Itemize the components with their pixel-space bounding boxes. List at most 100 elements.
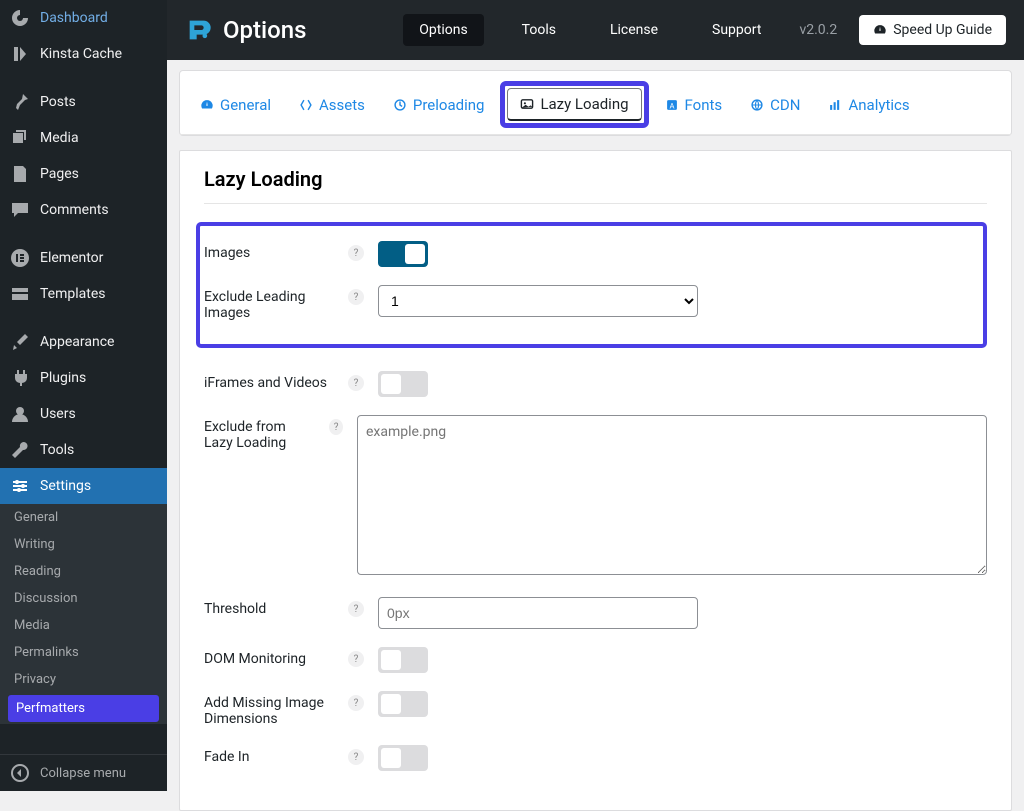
row-dom: DOM Monitoring ?	[204, 638, 987, 682]
toggle-dimensions[interactable]	[378, 691, 428, 717]
pin-icon	[10, 92, 30, 112]
row-fade: Fade In ?	[204, 736, 987, 780]
sidebar-item-settings[interactable]: Settings	[0, 468, 167, 504]
brush-icon	[10, 332, 30, 352]
wrench-icon	[10, 440, 30, 460]
tab-label: Preloading	[413, 96, 485, 114]
media-icon	[10, 128, 30, 148]
help-icon[interactable]: ?	[348, 695, 364, 711]
sidebar-item-templates[interactable]: Templates	[0, 276, 167, 312]
dashboard-icon	[10, 8, 30, 28]
sidebar-item-pages[interactable]: Pages	[0, 156, 167, 192]
sub-writing[interactable]: Writing	[0, 531, 167, 558]
settings-tabs-card: General Assets Preloading Lazy Loading A…	[179, 70, 1012, 136]
perfmatters-logo-icon	[185, 16, 213, 44]
sub-privacy[interactable]: Privacy	[0, 666, 167, 693]
sidebar-item-posts[interactable]: Posts	[0, 84, 167, 120]
row-iframes: iFrames and Videos ?	[204, 362, 987, 406]
comment-icon	[10, 200, 30, 220]
sub-media[interactable]: Media	[0, 612, 167, 639]
label-dom: DOM Monitoring	[204, 647, 334, 667]
top-tab-license[interactable]: License	[594, 14, 674, 46]
label-images: Images	[204, 241, 334, 261]
label-exclude: Exclude from Lazy Loading	[204, 415, 315, 451]
top-tab-support[interactable]: Support	[696, 14, 777, 46]
help-icon[interactable]: ?	[348, 749, 364, 765]
tab-analytics[interactable]: Analytics	[816, 81, 921, 128]
label-iframes: iFrames and Videos	[204, 371, 334, 391]
speed-up-guide-button[interactable]: Speed Up Guide	[859, 15, 1006, 45]
tab-lazy-loading[interactable]: Lazy Loading	[507, 88, 641, 121]
tab-assets[interactable]: Assets	[287, 81, 377, 128]
speed-label: Speed Up Guide	[893, 22, 992, 38]
sub-discussion[interactable]: Discussion	[0, 585, 167, 612]
top-tab-options[interactable]: Options	[403, 14, 483, 46]
help-icon[interactable]: ?	[348, 601, 364, 617]
row-dimensions: Add Missing Image Dimensions ?	[204, 682, 987, 736]
textarea-exclude[interactable]	[357, 415, 987, 575]
wp-admin-sidebar: Dashboard Kinsta Cache Posts Media Pages…	[0, 0, 167, 791]
toggle-dom[interactable]	[378, 647, 428, 673]
gauge-icon	[873, 23, 887, 37]
tab-fonts[interactable]: AFonts	[653, 81, 735, 128]
help-icon[interactable]: ?	[348, 245, 364, 261]
toggle-fade[interactable]	[378, 745, 428, 771]
label-threshold: Threshold	[204, 597, 334, 617]
svg-text:A: A	[669, 101, 674, 110]
sidebar-label: Plugins	[40, 370, 86, 386]
settings-submenu: General Writing Reading Discussion Media…	[0, 504, 167, 724]
sub-reading[interactable]: Reading	[0, 558, 167, 585]
version-label: v2.0.2	[799, 22, 837, 38]
sidebar-item-users[interactable]: Users	[0, 396, 167, 432]
brand-title: Options	[223, 16, 306, 44]
toggle-iframes[interactable]	[378, 371, 428, 397]
lazy-loading-panel: Lazy Loading Images ? Exclude Leading Im…	[179, 150, 1012, 811]
sidebar-item-kinsta[interactable]: Kinsta Cache	[0, 36, 167, 72]
tab-label: Lazy Loading	[540, 95, 628, 113]
sidebar-item-plugins[interactable]: Plugins	[0, 360, 167, 396]
help-icon[interactable]: ?	[329, 419, 343, 435]
users-icon	[10, 404, 30, 424]
tab-label: Analytics	[848, 96, 909, 114]
section-title: Lazy Loading	[204, 167, 987, 191]
brand: Options	[185, 16, 306, 44]
sub-perfmatters[interactable]: Perfmatters	[8, 695, 159, 722]
kinsta-icon	[10, 44, 30, 64]
sidebar-item-comments[interactable]: Comments	[0, 192, 167, 228]
highlighted-tab-wrap: Lazy Loading	[500, 81, 648, 128]
sidebar-item-dashboard[interactable]: Dashboard	[0, 0, 167, 36]
sidebar-label: Dashboard	[40, 10, 108, 26]
sidebar-label: Users	[40, 406, 76, 422]
tab-cdn[interactable]: CDN	[738, 81, 812, 128]
plug-icon	[10, 368, 30, 388]
sidebar-item-appearance[interactable]: Appearance	[0, 324, 167, 360]
row-exclude: Exclude from Lazy Loading ?	[204, 406, 987, 588]
sidebar-item-tools[interactable]: Tools	[0, 432, 167, 468]
help-icon[interactable]: ?	[348, 289, 364, 305]
sidebar-label: Tools	[40, 442, 74, 458]
input-threshold[interactable]	[378, 597, 698, 629]
sidebar-label: Elementor	[40, 250, 103, 266]
sidebar-label: Posts	[40, 94, 76, 110]
sidebar-label: Templates	[40, 286, 106, 302]
tab-general[interactable]: General	[188, 81, 283, 128]
sub-permalinks[interactable]: Permalinks	[0, 639, 167, 666]
sub-general[interactable]: General	[0, 504, 167, 531]
sidebar-item-media[interactable]: Media	[0, 120, 167, 156]
sidebar-item-elementor[interactable]: Elementor	[0, 240, 167, 276]
tab-label: CDN	[770, 96, 800, 114]
tab-label: Assets	[319, 96, 365, 114]
help-icon[interactable]: ?	[348, 375, 364, 391]
label-exclude-leading: Exclude Leading Images	[204, 285, 334, 321]
select-exclude-leading[interactable]: 1	[378, 285, 698, 317]
sidebar-label: Media	[40, 130, 79, 146]
collapse-icon	[10, 763, 30, 783]
label-dimensions: Add Missing Image Dimensions	[204, 691, 334, 727]
top-tab-tools[interactable]: Tools	[506, 14, 572, 46]
templates-icon	[10, 284, 30, 304]
tab-label: General	[220, 96, 271, 114]
tab-preloading[interactable]: Preloading	[381, 81, 497, 128]
help-icon[interactable]: ?	[348, 651, 364, 667]
collapse-menu[interactable]: Collapse menu	[0, 754, 167, 791]
toggle-images[interactable]	[378, 241, 428, 267]
